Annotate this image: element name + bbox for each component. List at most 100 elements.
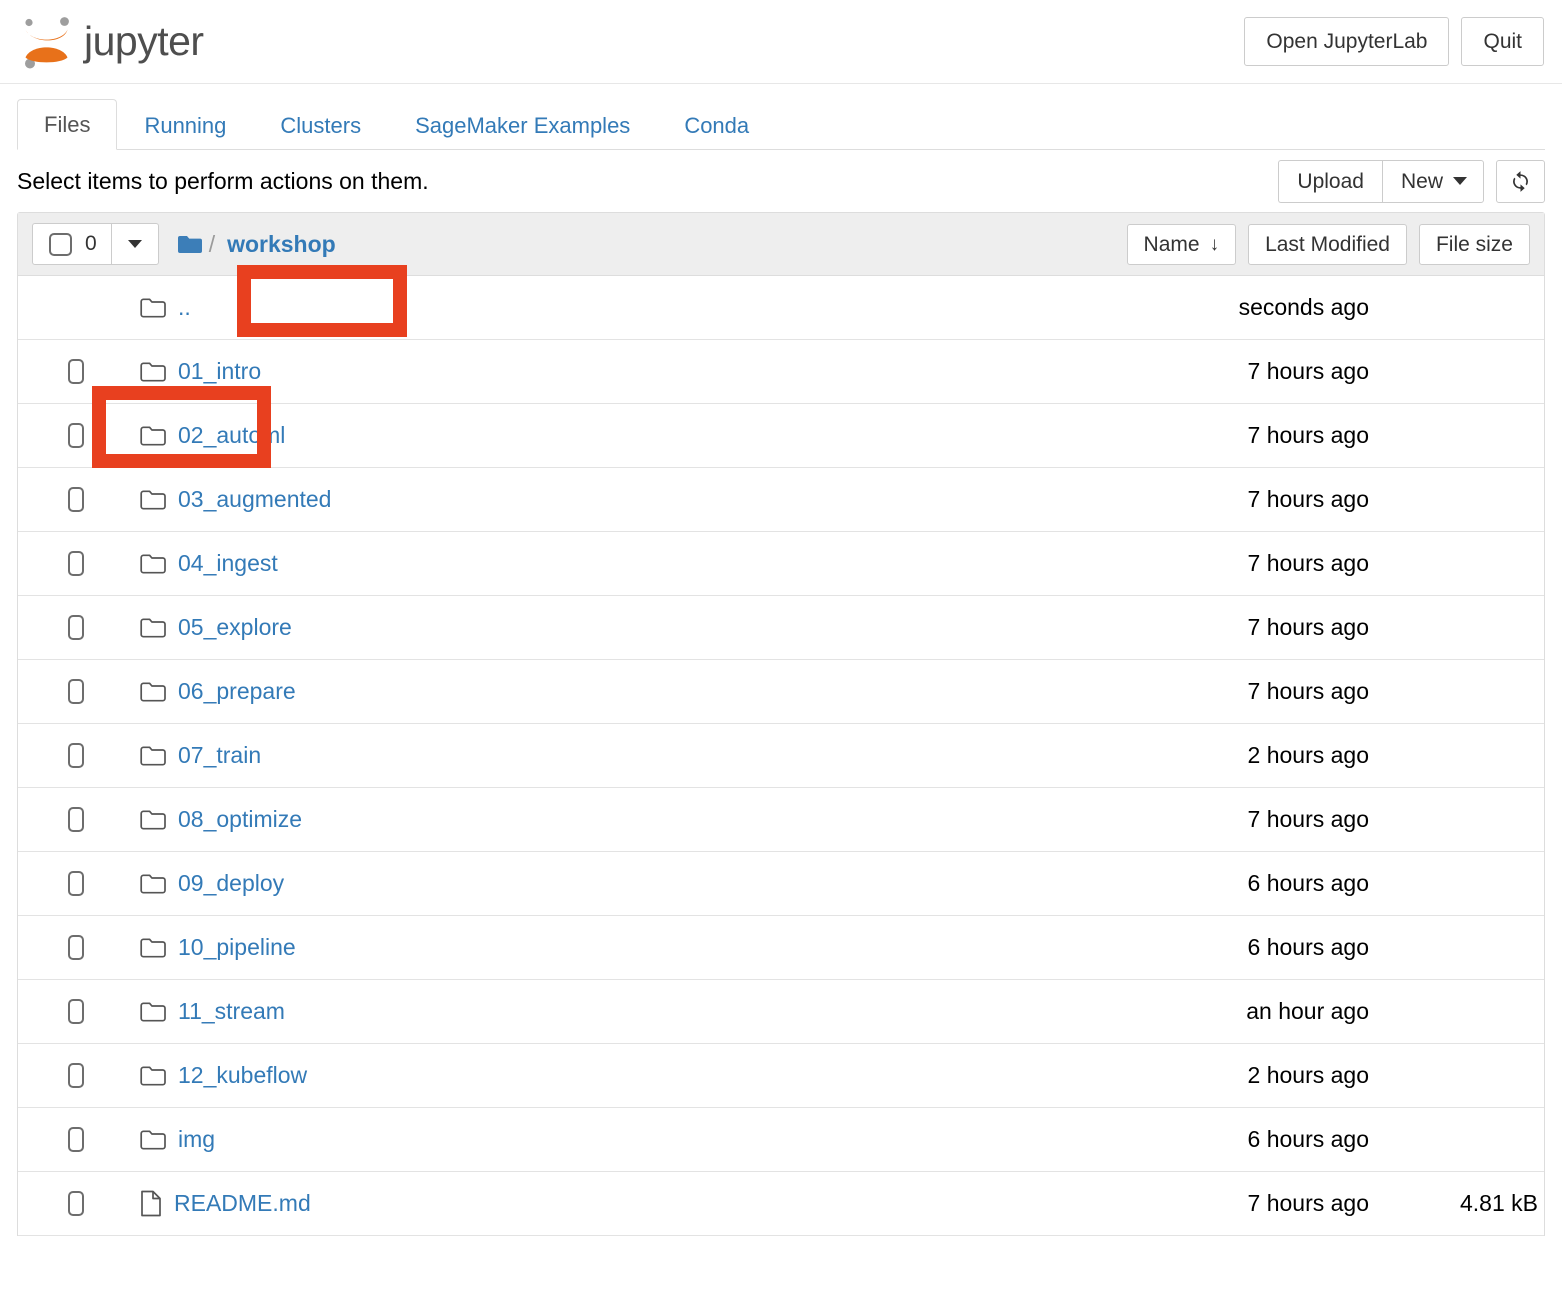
refresh-button[interactable] xyxy=(1496,159,1545,203)
table-row[interactable]: 05_explore 7 hours ago xyxy=(18,596,1544,660)
row-name-link[interactable]: 01_intro xyxy=(178,360,261,383)
row-checkbox-cell[interactable] xyxy=(32,423,84,448)
row-name-link[interactable]: 04_ingest xyxy=(178,552,278,575)
brand[interactable]: jupyter xyxy=(20,13,204,71)
row-name-link[interactable]: 10_pipeline xyxy=(178,936,296,959)
sort-by-file-size-button[interactable]: File size xyxy=(1418,223,1530,265)
row-name-link[interactable]: 03_augmented xyxy=(178,488,331,511)
row-checkbox-cell[interactable] xyxy=(32,1127,84,1152)
tab-running[interactable]: Running xyxy=(117,100,253,150)
folder-icon xyxy=(140,1129,166,1151)
row-last-modified: an hour ago xyxy=(1246,998,1369,1024)
row-checkbox[interactable] xyxy=(68,551,84,576)
open-jupyterlab-button[interactable]: Open JupyterLab xyxy=(1244,17,1450,66)
row-checkbox-cell[interactable] xyxy=(32,679,84,704)
table-row[interactable]: README.md 7 hours ago 4.81 kB xyxy=(18,1172,1544,1236)
quit-button[interactable]: Quit xyxy=(1461,17,1544,66)
tab-conda[interactable]: Conda xyxy=(657,100,776,150)
row-name-link[interactable]: 09_deploy xyxy=(178,872,284,895)
row-checkbox[interactable] xyxy=(68,615,84,640)
row-name-cell: 04_ingest xyxy=(140,552,278,575)
table-row[interactable]: 03_augmented 7 hours ago xyxy=(18,468,1544,532)
file-rows: .. seconds ago 01_intro 7 hours ago 02_autom… xyxy=(18,276,1544,1236)
folder-icon[interactable] xyxy=(177,234,203,255)
tab-clusters[interactable]: Clusters xyxy=(253,100,388,150)
table-row[interactable]: 08_optimize 7 hours ago xyxy=(18,788,1544,852)
row-last-modified: 7 hours ago xyxy=(1247,550,1369,576)
folder-icon xyxy=(140,297,166,319)
row-name-link[interactable]: 11_stream xyxy=(178,1000,285,1023)
table-row[interactable]: img 6 hours ago xyxy=(18,1108,1544,1172)
row-name-link[interactable]: 05_explore xyxy=(178,616,292,639)
sort-by-last-modified-button[interactable]: Last Modified xyxy=(1248,223,1407,265)
row-checkbox[interactable] xyxy=(68,999,84,1024)
row-checkbox[interactable] xyxy=(68,935,84,960)
folder-icon xyxy=(140,489,166,511)
table-row[interactable]: 01_intro 7 hours ago xyxy=(18,340,1544,404)
row-last-modified: 7 hours ago xyxy=(1247,486,1369,512)
row-checkbox[interactable] xyxy=(68,423,84,448)
row-checkbox-cell[interactable] xyxy=(32,935,84,960)
row-name-link[interactable]: 07_train xyxy=(178,744,261,767)
row-checkbox-cell[interactable] xyxy=(32,1063,84,1088)
folder-icon xyxy=(140,873,166,895)
table-row[interactable]: .. seconds ago xyxy=(18,276,1544,340)
row-last-modified: 6 hours ago xyxy=(1247,1126,1369,1152)
table-row[interactable]: 11_stream an hour ago xyxy=(18,980,1544,1044)
folder-icon xyxy=(140,937,166,959)
folder-icon xyxy=(140,681,166,703)
arrow-down-icon: ↓ xyxy=(1209,233,1220,255)
row-name-link[interactable]: 08_optimize xyxy=(178,808,302,831)
table-row[interactable]: 06_prepare 7 hours ago xyxy=(18,660,1544,724)
table-row[interactable]: 02_automl 7 hours ago xyxy=(18,404,1544,468)
row-checkbox-cell[interactable] xyxy=(32,999,84,1024)
row-checkbox-cell[interactable] xyxy=(32,871,84,896)
row-name-cell: 10_pipeline xyxy=(140,936,296,959)
row-checkbox[interactable] xyxy=(68,1063,84,1088)
select-all-dropdown-button[interactable] xyxy=(112,224,158,264)
row-checkbox[interactable] xyxy=(68,743,84,768)
table-row[interactable]: 07_train 2 hours ago xyxy=(18,724,1544,788)
breadcrumb-current-workshop[interactable]: workshop xyxy=(219,227,344,262)
tab-sagemaker-examples[interactable]: SageMaker Examples xyxy=(388,100,657,150)
row-last-modified: 7 hours ago xyxy=(1247,806,1369,832)
row-checkbox[interactable] xyxy=(68,679,84,704)
jupyter-logo-icon xyxy=(20,13,74,71)
new-button[interactable]: New xyxy=(1381,159,1484,203)
row-name-link[interactable]: 02_automl xyxy=(178,424,285,447)
row-checkbox-cell[interactable] xyxy=(32,551,84,576)
row-name-cell: 12_kubeflow xyxy=(140,1064,307,1087)
select-items-hint: Select items to perform actions on them. xyxy=(17,167,429,194)
sort-name-label: Name xyxy=(1143,232,1200,256)
table-row[interactable]: 04_ingest 7 hours ago xyxy=(18,532,1544,596)
row-checkbox-cell[interactable] xyxy=(32,743,84,768)
row-checkbox-cell[interactable] xyxy=(32,359,84,384)
row-checkbox[interactable] xyxy=(68,487,84,512)
select-all-checkbox[interactable] xyxy=(49,232,72,256)
row-name-cell: README.md xyxy=(140,1190,311,1217)
row-name-link[interactable]: README.md xyxy=(174,1192,311,1215)
row-checkbox-cell[interactable] xyxy=(32,615,84,640)
row-checkbox-cell[interactable] xyxy=(32,807,84,832)
table-row[interactable]: 12_kubeflow 2 hours ago xyxy=(18,1044,1544,1108)
row-name-link[interactable]: 12_kubeflow xyxy=(178,1064,307,1087)
row-checkbox[interactable] xyxy=(68,1191,84,1216)
upload-button[interactable]: Upload xyxy=(1278,159,1382,203)
row-file-size: 4.81 kB xyxy=(1460,1190,1538,1216)
row-checkbox[interactable] xyxy=(68,1127,84,1152)
brand-name: jupyter xyxy=(84,18,204,64)
row-checkbox[interactable] xyxy=(68,871,84,896)
row-name-link[interactable]: img xyxy=(178,1128,215,1151)
table-row[interactable]: 09_deploy 6 hours ago xyxy=(18,852,1544,916)
row-name-cell: .. xyxy=(140,296,191,319)
row-checkbox-cell[interactable] xyxy=(32,1191,84,1216)
row-checkbox[interactable] xyxy=(68,359,84,384)
sort-by-name-button[interactable]: Name ↓ xyxy=(1126,223,1237,265)
row-name-link[interactable]: 06_prepare xyxy=(178,680,296,703)
row-name-link[interactable]: .. xyxy=(178,296,191,319)
row-checkbox[interactable] xyxy=(68,807,84,832)
table-row[interactable]: 10_pipeline 6 hours ago xyxy=(18,916,1544,980)
row-checkbox-cell[interactable] xyxy=(32,487,84,512)
tab-files[interactable]: Files xyxy=(17,98,118,150)
select-all-checkbox-group[interactable]: 0 xyxy=(33,224,112,264)
